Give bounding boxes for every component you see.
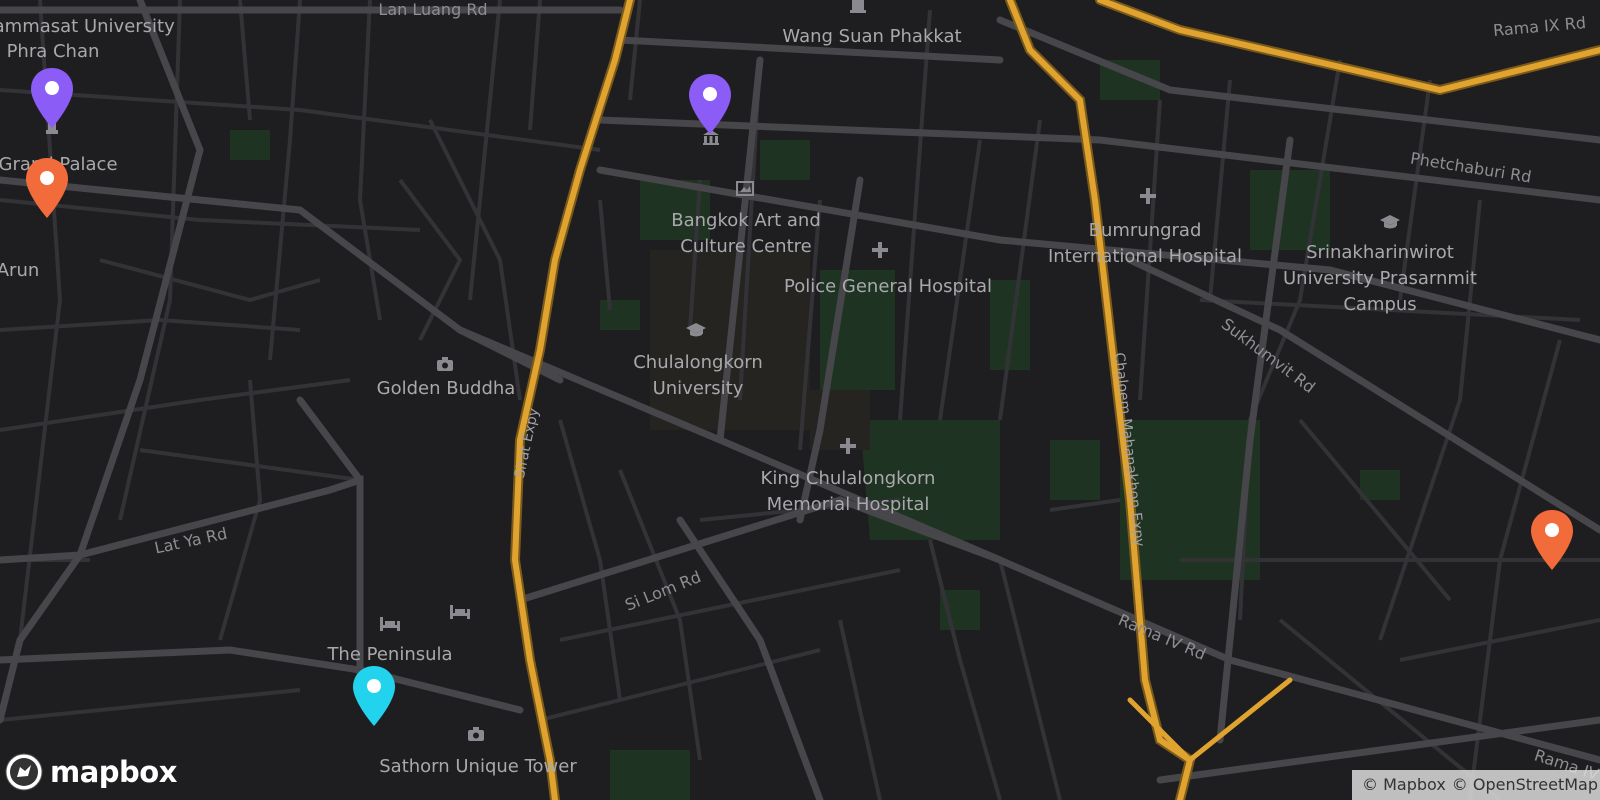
hotel-icon [380, 617, 400, 631]
hotel-icon [450, 605, 470, 619]
label-peninsula: The Peninsula [326, 644, 452, 665]
label-police-hospital: Police General Hospital [784, 276, 992, 297]
mapbox-logo-icon [5, 753, 43, 791]
label-kcmh-2: Memorial Hospital [767, 494, 930, 515]
attribution-bar: © Mapbox © OpenStreetMap [1352, 770, 1600, 800]
monument-icon [850, 0, 866, 13]
label-phra-chan: Phra Chan [7, 41, 100, 62]
label-chula-1: Chulalongkorn [633, 352, 763, 373]
map-base-layer: Thammasat University Phra Chan Lan Luang… [0, 0, 1600, 800]
label-sathorn: Sathorn Unique Tower [379, 756, 577, 777]
camera-icon [468, 727, 484, 741]
label-swu-3: Campus [1343, 294, 1416, 315]
map-pin-icon [353, 666, 395, 726]
map-pin-icon [31, 68, 73, 128]
marker-wat-arun[interactable] [23, 156, 71, 220]
label-swu-2: University Prasarnmit [1283, 268, 1477, 289]
marker-peninsula[interactable] [350, 664, 398, 728]
label-chula-2: University [653, 378, 744, 399]
label-thammasat: Thammasat University [0, 16, 175, 37]
label-baccc-2: Culture Centre [680, 236, 811, 257]
marker-sukhumvit[interactable] [1528, 508, 1576, 572]
map-pin-icon [1531, 510, 1573, 570]
label-kcmh-1: King Chulalongkorn [761, 468, 936, 489]
attribution-mapbox-link[interactable]: © Mapbox [1362, 770, 1446, 800]
camera-icon [437, 357, 453, 371]
label-arun: Arun [0, 260, 39, 281]
label-bumrungrad-1: Bumrungrad [1089, 220, 1202, 241]
map-pin-icon [26, 158, 68, 218]
map-canvas[interactable]: Thammasat University Phra Chan Lan Luang… [0, 0, 1600, 800]
marker-wang-suan[interactable] [686, 72, 734, 136]
mapbox-logo-text: mapbox [50, 755, 177, 789]
label-baccc-1: Bangkok Art and [671, 210, 821, 231]
label-lan-luang: Lan Luang Rd [378, 0, 487, 19]
map-pin-icon [689, 74, 731, 134]
hospital-icon [872, 242, 888, 258]
mapbox-logo[interactable]: mapbox [4, 752, 177, 792]
attribution-osm-link[interactable]: © OpenStreetMap [1452, 770, 1598, 800]
label-golden-buddha: Golden Buddha [377, 378, 516, 399]
university-icon [1380, 215, 1400, 229]
label-rama-ix: Rama IX Rd [1492, 13, 1586, 40]
label-rama-iv: Rama IV Rd [1116, 610, 1209, 664]
label-wang-suan: Wang Suan Phakkat [782, 26, 961, 47]
label-bumrungrad-2: International Hospital [1048, 246, 1242, 267]
marker-grand-palace[interactable] [28, 66, 76, 130]
label-swu-1: Srinakharinwirot [1306, 242, 1454, 263]
